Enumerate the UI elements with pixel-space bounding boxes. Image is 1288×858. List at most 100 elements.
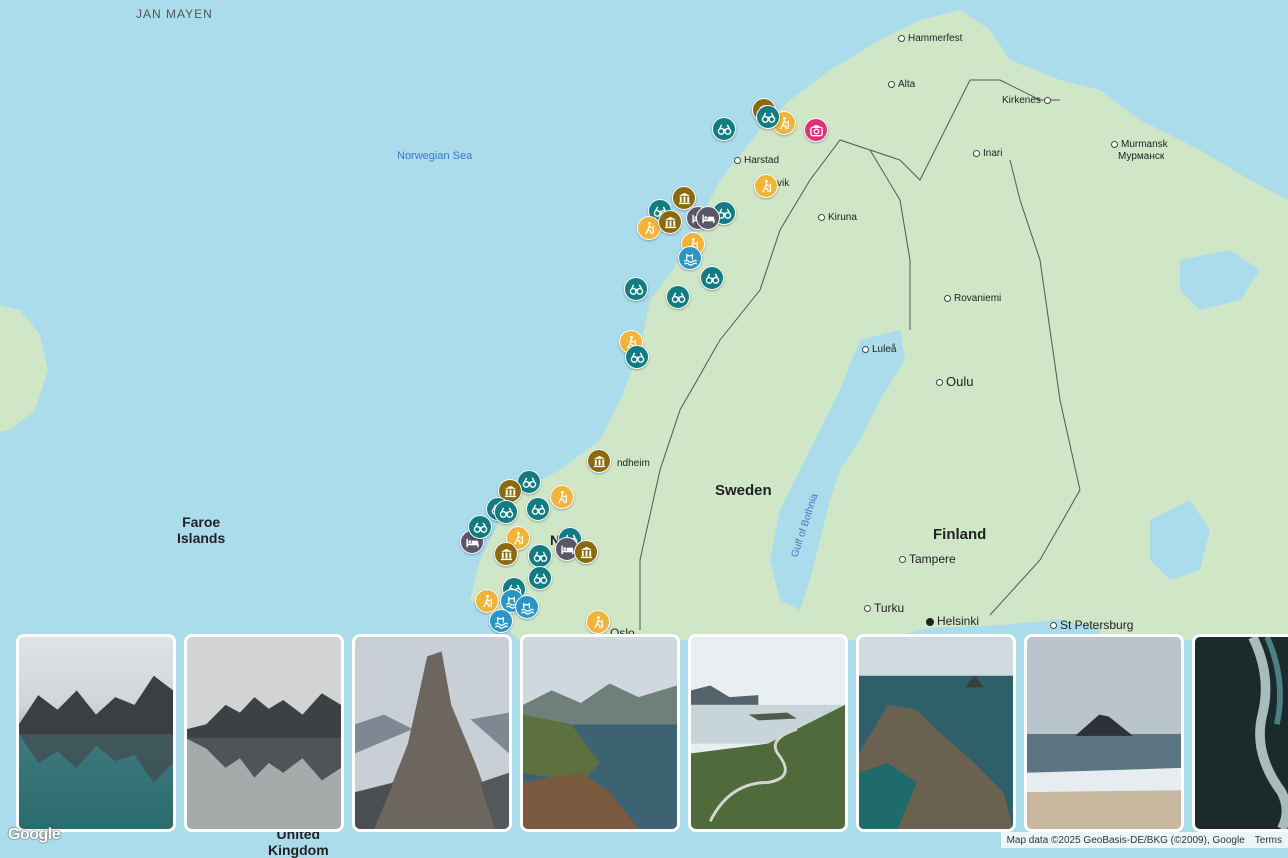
photo-card-5[interactable]	[688, 634, 848, 832]
label-oulu: Oulu	[936, 374, 973, 389]
map-pin-museum[interactable]	[494, 542, 518, 566]
label-harstad: Harstad	[734, 155, 779, 166]
label-lulea-text: Luleå	[872, 344, 897, 355]
map-pin-swimming[interactable]	[678, 246, 702, 270]
map-pin-museum[interactable]	[574, 540, 598, 564]
museum-icon	[499, 547, 514, 562]
label-rovaniemi-text: Rovaniemi	[954, 293, 1002, 304]
map-pin-hiking[interactable]	[586, 610, 610, 634]
museum-icon	[579, 545, 594, 560]
city-dot	[864, 605, 871, 613]
binoculars-icon	[533, 549, 548, 564]
label-st-petersburg-text: St Petersburg	[1060, 618, 1134, 632]
label-harstad-text: Harstad	[744, 155, 780, 166]
binoculars-icon	[533, 571, 548, 586]
label-rovaniemi: Rovaniemi	[944, 293, 1001, 304]
swimming-icon	[520, 600, 535, 615]
label-lulea: Luleå	[862, 344, 896, 355]
photo-winding-road-fjord	[691, 637, 845, 829]
label-norwegian-sea: Norwegian Sea	[397, 150, 473, 162]
map-pin-viewpoint[interactable]	[526, 497, 550, 521]
map-pin-swimming[interactable]	[489, 609, 513, 633]
label-alta-text: Alta	[898, 79, 916, 90]
photo-coastal-cliff-island	[859, 637, 1013, 829]
bed-icon	[701, 211, 716, 226]
photo-card-3[interactable]	[352, 634, 512, 832]
label-sweden: Sweden	[715, 482, 772, 499]
terms-link[interactable]: Terms	[1255, 835, 1282, 846]
label-narvik: vik	[777, 178, 790, 189]
binoculars-icon	[705, 271, 720, 286]
map-pin-viewpoint[interactable]	[528, 544, 552, 568]
photo-card-8[interactable]	[1192, 634, 1288, 832]
map-pin-museum[interactable]	[658, 210, 682, 234]
label-inari-text: Inari	[983, 148, 1003, 159]
map-pin-viewpoint[interactable]	[494, 500, 518, 524]
map-pin-hiking[interactable]	[754, 174, 778, 198]
museum-icon	[677, 191, 692, 206]
label-tampere: Tampere	[899, 552, 956, 566]
capital-dot	[926, 617, 934, 626]
museum-icon	[663, 215, 678, 230]
hiking-icon	[759, 179, 774, 194]
map-pin-viewpoint[interactable]	[624, 277, 648, 301]
map-pin-lodging[interactable]	[696, 206, 720, 230]
city-dot	[818, 213, 825, 221]
label-alta: Alta	[888, 79, 915, 90]
label-turku: Turku	[864, 601, 904, 615]
hiking-icon	[480, 594, 495, 609]
map-pin-viewpoint[interactable]	[468, 515, 492, 539]
label-uk-2: Kingdom	[268, 842, 329, 858]
city-dot	[944, 294, 951, 302]
photo-carousel[interactable]	[16, 634, 1288, 832]
google-logo: Google	[8, 826, 61, 843]
label-kiruna: Kiruna	[818, 212, 857, 223]
photo-aerial-sea-ice	[1195, 637, 1288, 829]
map-pin-viewpoint[interactable]	[756, 105, 780, 129]
city-dot	[936, 379, 943, 387]
photo-card-2[interactable]	[184, 634, 344, 832]
label-tampere-text: Tampere	[909, 552, 956, 566]
label-finland: Finland	[933, 526, 987, 543]
city-dot	[888, 80, 895, 88]
label-kirkenes: Kirkenes	[1002, 95, 1054, 106]
label-st-petersburg: St Petersburg	[1050, 618, 1133, 632]
map-pin-viewpoint[interactable]	[528, 566, 552, 590]
label-faroe-islands: Faroe Islands	[177, 514, 225, 546]
map-pin-swimming[interactable]	[515, 595, 539, 619]
city-dot	[862, 345, 869, 353]
bed-icon	[560, 542, 575, 557]
binoculars-icon	[630, 350, 645, 365]
map-pin-viewpoint[interactable]	[625, 345, 649, 369]
binoculars-icon	[717, 122, 732, 137]
photo-card-7[interactable]	[1024, 634, 1184, 832]
photo-segla-peak	[355, 637, 509, 829]
camera-icon	[809, 123, 824, 138]
label-inari: Inari	[973, 148, 1002, 159]
label-helsinki-text: Helsinki	[937, 614, 980, 628]
label-hammerfest-text: Hammerfest	[908, 33, 963, 44]
label-faroe-2: Islands	[177, 530, 226, 546]
map-data-text: Map data ©2025 GeoBasis-DE/BKG (©2009), …	[1006, 834, 1245, 846]
city-dot	[1050, 622, 1057, 630]
map-pin-viewpoint[interactable]	[712, 117, 736, 141]
photo-card-6[interactable]	[856, 634, 1016, 832]
map-pin-hiking[interactable]	[550, 485, 574, 509]
map-pin-viewpoint[interactable]	[666, 285, 690, 309]
label-turku-text: Turku	[874, 601, 905, 615]
label-oulu-text: Oulu	[946, 374, 974, 389]
city-dot	[1111, 140, 1118, 148]
label-murmansk: Murmansk Мурманск	[1111, 139, 1168, 163]
map-pin-museum[interactable]	[587, 449, 611, 473]
binoculars-icon	[522, 475, 537, 490]
label-kiruna-text: Kiruna	[828, 212, 857, 223]
map-attribution: Map data ©2025 GeoBasis-DE/BKG (©2009), …	[1000, 832, 1288, 848]
photo-card-1[interactable]	[16, 634, 176, 832]
map-pin-viewpoint[interactable]	[700, 266, 724, 290]
label-murmansk-cyrillic: Мурманск	[1118, 151, 1165, 162]
binoculars-icon	[629, 282, 644, 297]
photo-card-4[interactable]	[520, 634, 680, 832]
photo-calm-lake-peaks	[187, 637, 341, 829]
binoculars-icon	[473, 520, 488, 535]
map-pin-photo[interactable]	[804, 118, 828, 142]
